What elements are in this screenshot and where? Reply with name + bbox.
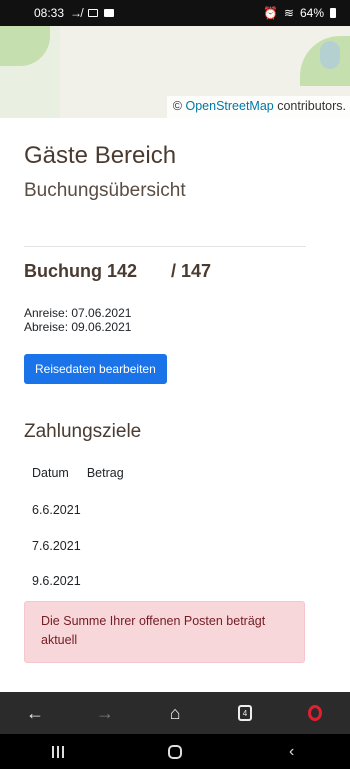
booking-total: / 147 <box>171 261 212 281</box>
tabs-icon: 4 <box>238 705 252 721</box>
back-arrow-icon[interactable]: ← <box>0 692 70 734</box>
home-circle-icon <box>167 744 182 759</box>
map-view[interactable]: © OpenStreetMap contributors. <box>0 26 350 118</box>
back-button[interactable]: ‹ <box>262 734 322 769</box>
forward-arrow-icon[interactable]: → <box>70 692 140 734</box>
home-button[interactable] <box>145 734 205 769</box>
departure-date: Abreise: 09.06.2021 <box>24 320 132 334</box>
open-balance-alert: Die Summe Ihrer offenen Posten beträgt a… <box>24 601 305 663</box>
divider <box>24 246 306 247</box>
page-subtitle: Buchungsübersicht <box>24 180 186 201</box>
arrival-date: Anreise: 07.06.2021 <box>24 306 132 320</box>
battery-level: 64% <box>299 6 324 20</box>
opera-logo-icon <box>308 705 322 721</box>
payments-table-header: Datum Betrag <box>32 466 124 480</box>
attribution-suffix: contributors. <box>277 99 346 113</box>
alarm-icon: ⏰ <box>262 6 278 20</box>
booking-heading: Buchung 142 / 147 <box>24 261 211 282</box>
system-nav-bar: ‹ <box>0 734 350 769</box>
status-right: ⏰ ≋ 64% <box>263 6 336 20</box>
page-title: Gäste Bereich <box>24 142 177 169</box>
recent-apps-icon <box>52 745 65 758</box>
openstreetmap-link[interactable]: OpenStreetMap <box>185 99 273 113</box>
home-icon[interactable]: ⌂ <box>140 692 210 734</box>
map-attribution: © OpenStreetMap contributors. <box>166 96 350 118</box>
status-time: 08:33 <box>34 6 65 20</box>
call-forward-icon: ↛ <box>70 6 83 20</box>
table-row: 9.6.2021 <box>32 574 81 588</box>
map-water <box>320 41 340 69</box>
booking-label: Buchung 142 <box>24 261 138 281</box>
copyright-symbol: © <box>172 99 182 113</box>
payments-title: Zahlungsziele <box>24 421 142 442</box>
browser-toolbar: ← → ⌂ 4 <box>0 692 350 734</box>
table-row: 7.6.2021 <box>32 539 81 553</box>
recent-apps-button[interactable] <box>28 734 88 769</box>
table-row: 6.6.2021 <box>32 503 81 517</box>
back-chevron-icon: ‹ <box>288 742 295 760</box>
battery-icon <box>330 8 336 18</box>
wifi-signal-icon: ≋ <box>283 6 294 20</box>
opera-menu-button[interactable] <box>280 692 350 734</box>
gallery-icon <box>104 9 115 17</box>
status-left: 08:33 ↛ <box>34 6 115 20</box>
map-park <box>0 26 50 66</box>
edit-travel-dates-button[interactable]: Reisedaten bearbeiten <box>24 354 167 384</box>
column-amount: Betrag <box>86 466 124 480</box>
status-bar: 08:33 ↛ ⏰ ≋ 64% <box>0 0 350 26</box>
tabs-button[interactable]: 4 <box>210 692 280 734</box>
column-date: Datum <box>32 466 69 480</box>
mail-icon <box>88 9 99 17</box>
